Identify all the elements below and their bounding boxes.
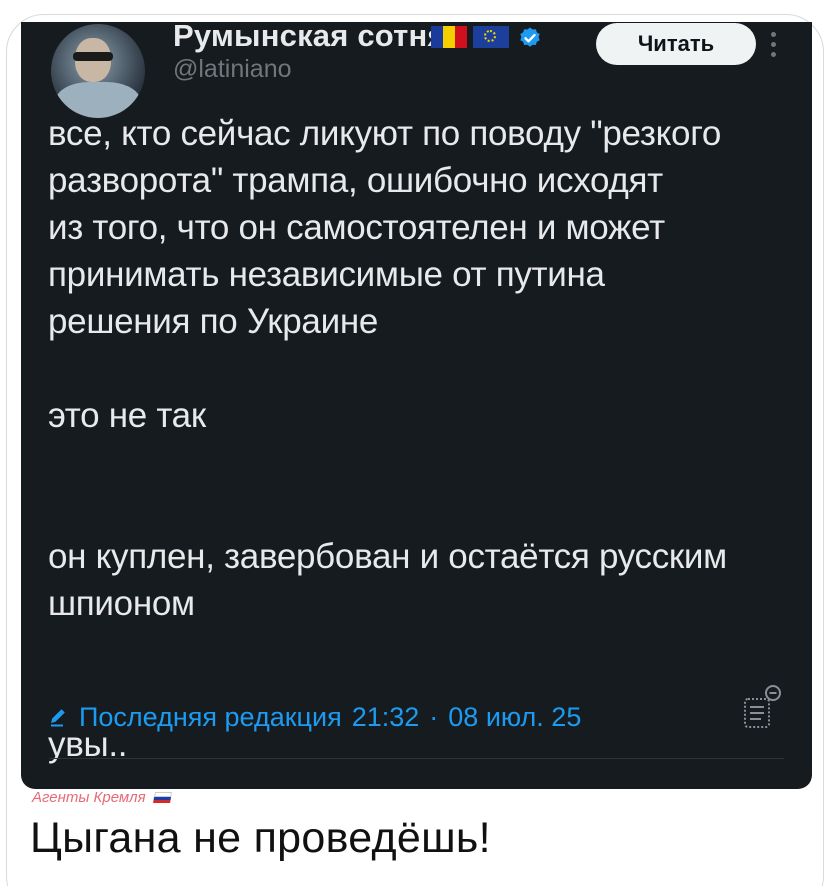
tweet-paragraph: это не так (48, 396, 206, 435)
edit-date: 08 июл. 25 (448, 701, 582, 732)
romania-flag-icon (431, 26, 467, 48)
tweet-paragraph: он куплен, завербован и остаётся русским… (48, 537, 727, 623)
display-name[interactable]: Румынская сотня (173, 22, 446, 54)
more-vertical-icon[interactable] (767, 28, 779, 66)
edit-label: Последняя редакция (79, 701, 342, 732)
follow-button[interactable]: Читать (596, 23, 756, 65)
meme-post: Румынская сотня @latiniano Читать все, к… (0, 0, 832, 886)
post-stats-icon[interactable] (737, 679, 787, 731)
avatar[interactable] (51, 24, 145, 118)
watermark-text: Агенты Кремля (32, 789, 146, 806)
pencil-icon (51, 709, 65, 727)
edit-separator: · (429, 701, 439, 732)
tweet-body: все, кто сейчас ликуют по поводу "резког… (48, 110, 798, 768)
russia-flag-icon (152, 792, 172, 803)
edit-history-link[interactable]: Последняя редакция 21:32 · 08 июл. 25 (49, 700, 581, 734)
watermark: Агенты Кремля (32, 789, 172, 806)
tweet-screenshot: Румынская сотня @latiniano Читать все, к… (21, 22, 812, 789)
user-handle[interactable]: @latiniano (173, 55, 292, 84)
post-caption: Цыгана не проведёшь! (30, 814, 491, 862)
tweet-paragraph: все, кто сейчас ликуют по поводу "резког… (48, 114, 722, 341)
eu-flag-icon (473, 26, 509, 48)
edit-time: 21:32 (351, 701, 420, 732)
divider (49, 758, 784, 759)
verified-badge-icon (520, 27, 540, 47)
